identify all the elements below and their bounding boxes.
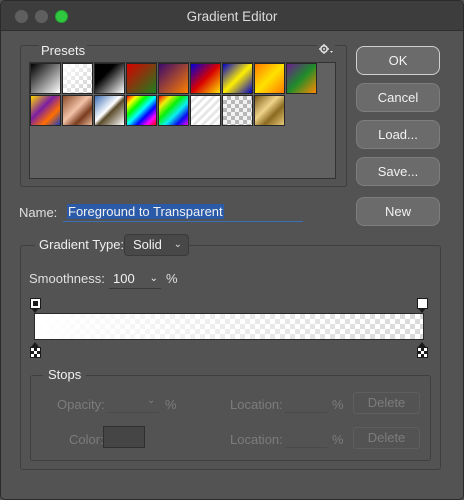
window-title: Gradient Editor: [186, 9, 278, 24]
color-location-label: Location:: [230, 432, 283, 447]
gradient-type-select[interactable]: Solid ⌄: [124, 234, 189, 256]
preset-swatch-red-green[interactable]: [126, 63, 157, 94]
opacity-input[interactable]: [107, 412, 159, 413]
name-label: Name:: [19, 205, 58, 220]
opacity-location-label: Location:: [230, 397, 283, 412]
chevron-down-icon[interactable]: ⌄: [150, 269, 158, 288]
smoothness-unit: %: [166, 271, 178, 286]
color-swatch[interactable]: [103, 426, 145, 448]
preset-swatch-black-white[interactable]: [94, 63, 125, 94]
opacity-stop-right[interactable]: [417, 298, 428, 313]
preset-swatch-foreground-to-background[interactable]: [30, 63, 61, 94]
name-input[interactable]: Foreground to Transparent: [67, 204, 224, 220]
preset-swatch-copper[interactable]: [62, 95, 93, 126]
smoothness-value: 100: [113, 271, 135, 286]
gradient-type-label: Gradient Type:: [35, 237, 129, 252]
preset-swatch-transparent-rainbow[interactable]: [158, 95, 189, 126]
chevron-down-icon: ⌄: [173, 239, 182, 250]
new-button[interactable]: New: [356, 197, 440, 226]
gradient-editor-window: Gradient Editor Presets OK Cancel Load..…: [0, 0, 464, 500]
gradient-type-value: Solid: [133, 237, 162, 252]
preset-swatch-transparent-checker[interactable]: [222, 95, 253, 126]
preset-swatch-grid: [29, 62, 336, 179]
color-location-unit: %: [332, 432, 344, 447]
name-input-text: Foreground to Transparent: [67, 204, 224, 219]
presets-label: Presets: [39, 43, 88, 58]
opacity-location-input[interactable]: [285, 412, 327, 413]
color-label: Color:: [69, 432, 104, 447]
color-stop-right[interactable]: [417, 342, 428, 361]
gear-icon[interactable]: [317, 43, 335, 57]
opacity-label: Opacity:: [57, 397, 105, 412]
delete-opacity-stop-button[interactable]: Delete: [353, 392, 420, 414]
preset-swatch-chrome[interactable]: [94, 95, 125, 126]
opacity-location-unit: %: [332, 397, 344, 412]
preset-swatch-blue-yellow-blue[interactable]: [222, 63, 253, 94]
name-input-underline: [63, 221, 303, 222]
color-location-input[interactable]: [285, 447, 327, 448]
delete-color-stop-button[interactable]: Delete: [353, 427, 420, 449]
title-bar: Gradient Editor: [1, 1, 463, 31]
preset-swatch-yellow-violet-orange-blue[interactable]: [30, 95, 61, 126]
preset-swatch-orange-yellow-orange[interactable]: [254, 63, 285, 94]
preset-swatch-gold[interactable]: [254, 95, 285, 126]
presets-panel: Presets: [20, 43, 347, 187]
save-button[interactable]: Save...: [356, 157, 440, 186]
preset-swatch-violet-green-orange[interactable]: [286, 63, 317, 94]
ok-button[interactable]: OK: [356, 46, 440, 75]
preset-swatch-transparent-stripes[interactable]: [190, 95, 221, 126]
opacity-unit: %: [165, 397, 177, 412]
stops-label: Stops: [43, 367, 87, 382]
smoothness-label: Smoothness:: [29, 271, 105, 286]
color-stop-left[interactable]: [30, 342, 41, 361]
smoothness-input[interactable]: 100 ⌄: [109, 269, 161, 289]
cancel-button[interactable]: Cancel: [356, 83, 440, 112]
load-button[interactable]: Load...: [356, 120, 440, 149]
preset-swatch-foreground-to-transparent[interactable]: [62, 63, 93, 94]
preset-swatch-spectrum[interactable]: [126, 95, 157, 126]
gradient-preview-bar[interactable]: [34, 313, 424, 340]
chevron-down-icon[interactable]: ⌄: [147, 395, 155, 406]
opacity-stop-left[interactable]: [30, 298, 41, 313]
preset-swatch-blue-red-yellow[interactable]: [190, 63, 221, 94]
preset-swatch-violet-orange[interactable]: [158, 63, 189, 94]
